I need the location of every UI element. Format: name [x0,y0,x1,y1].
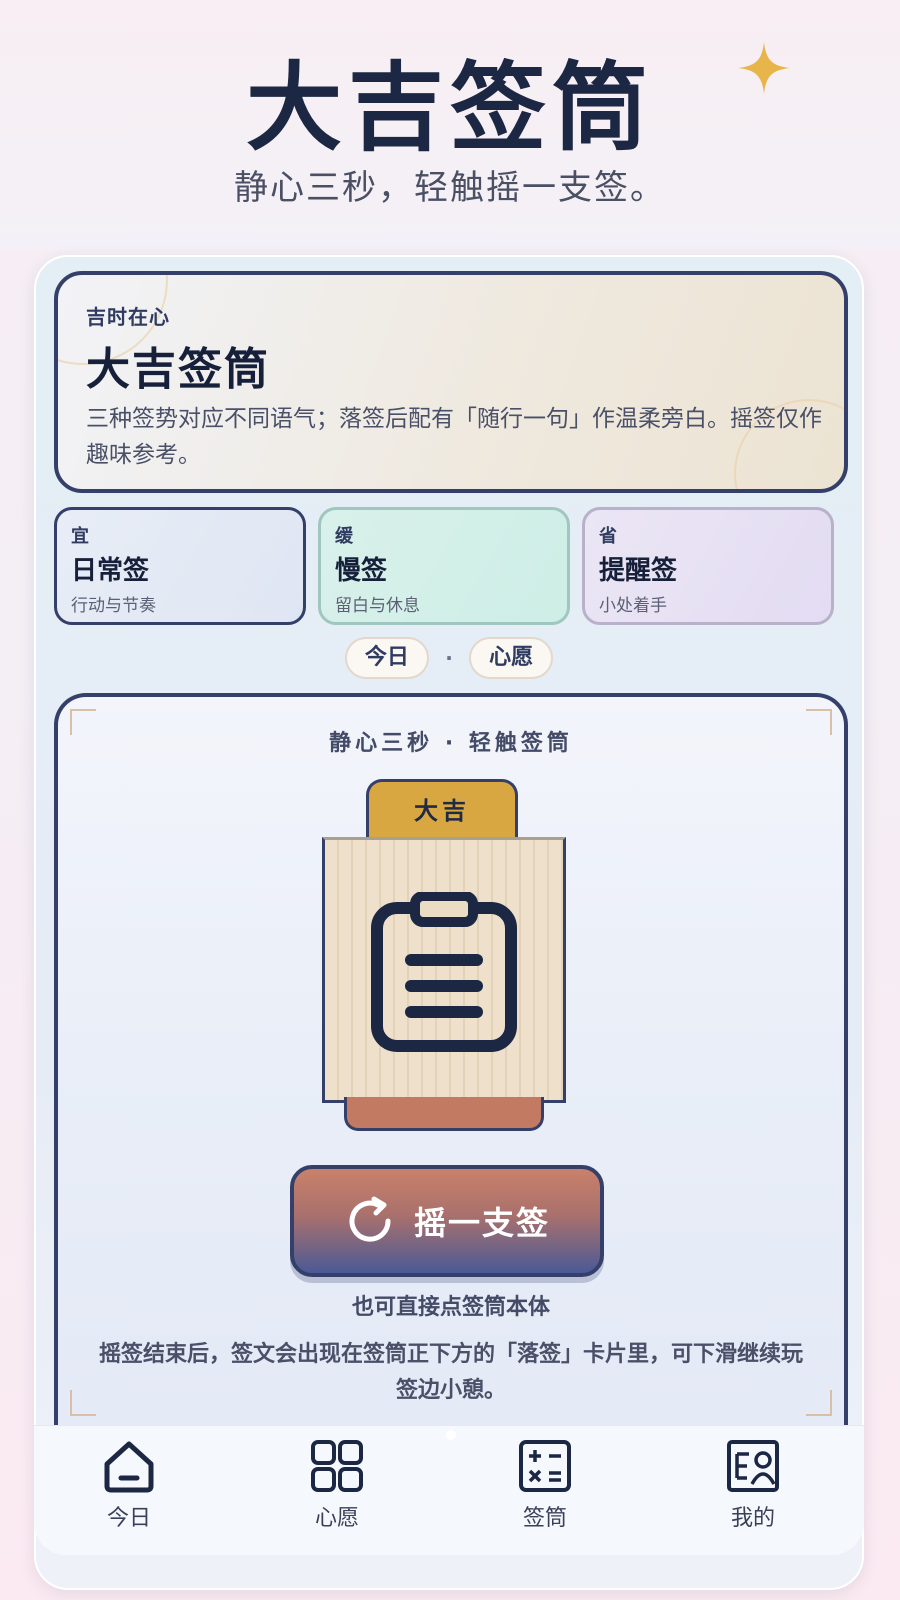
refresh-icon [349,1196,391,1242]
fortune-type-name: 提醒签 [599,556,678,586]
nav-label: 签筒 [522,1506,567,1531]
frame-corner [70,1390,96,1416]
main-panel: 吉时在心 大吉签筒 三种签势对应不同语气；落签后配有「随行一句」作温柔旁白。摇签… [34,255,864,1590]
chip-separator: · [445,646,453,670]
intro-description: 三种签势对应不同语气；落签后配有「随行一句」作温柔旁白。摇签仅作趣味参考。 [86,406,822,468]
shake-button[interactable]: 摇一支签 [290,1165,604,1277]
chip-today[interactable]: 今日 [344,637,429,679]
fortune-type-slow[interactable]: 缓 慢签 留白与休息 [318,507,570,625]
nav-item-mine[interactable]: 我的 [693,1436,813,1546]
tap-tube-hint: 也可直接点签筒本体 [351,1295,550,1320]
sparkle-icon [738,42,790,94]
fortune-type-daily[interactable]: 宜 日常签 行动与节奏 [54,507,306,625]
nav-label: 我的 [730,1506,775,1531]
nav-label: 心愿 [314,1506,359,1531]
nav-item-wish[interactable]: 心愿 [277,1436,397,1546]
calculator-icon [519,1440,571,1492]
fortune-type-list: 宜 日常签 行动与节奏 缓 慢签 留白与休息 省 提醒签 小处着手 [54,507,848,625]
section-chips: 今日 · 心愿 [36,637,862,681]
fortune-type-desc: 行动与节奏 [71,596,156,616]
app-header: 大吉签筒 静心三秒，轻触摇一支签。 [0,0,900,250]
chip-wish[interactable]: 心愿 [469,637,554,679]
fortune-type-tag: 省 [599,526,617,547]
fortune-type-tag: 缓 [335,526,353,547]
nav-item-tube[interactable]: 签筒 [485,1436,605,1546]
fortune-type-name: 日常签 [71,556,150,586]
fortune-type-reminder[interactable]: 省 提醒签 小处着手 [582,507,834,625]
bottom-nav: 今日 心愿 签筒 我的 [34,1425,864,1555]
clipboard-icon [371,892,517,1052]
nav-label: 今日 [106,1506,151,1531]
nav-item-today[interactable]: 今日 [69,1436,189,1546]
shake-hint: 静心三秒 · 轻触签筒 [329,731,573,756]
frame-corner [806,1390,832,1416]
result-hint: 摇签结束后，签文会出现在签筒正下方的「落签」卡片里，可下滑继续玩签边小憩。 [98,1342,803,1403]
profile-card-icon [727,1440,779,1492]
shake-area: 静心三秒 · 轻触签筒 大吉 摇一支签 也可直接点签筒本体 摇签结束后，签文会出… [54,693,848,1428]
fortune-type-desc: 留白与休息 [335,596,420,616]
app-subtitle: 静心三秒，轻触摇一支签。 [234,168,666,208]
page-indicator-dot [446,1430,456,1440]
fortune-type-desc: 小处着手 [599,596,667,616]
intro-title: 大吉签筒 [86,344,270,395]
fortune-type-tag: 宜 [71,526,89,547]
intro-eyebrow: 吉时在心 [86,305,170,329]
tube-body[interactable] [322,837,566,1103]
intro-card: 吉时在心 大吉签筒 三种签势对应不同语气；落签后配有「随行一句」作温柔旁白。摇签… [54,271,848,493]
fortune-type-name: 慢签 [335,556,388,586]
tube-base [344,1097,544,1131]
home-icon [104,1441,154,1493]
app-screen: 大吉签筒 静心三秒，轻触摇一支签。 吉时在心 大吉签筒 三种签势对应不同语气；落… [0,0,900,1600]
tube-label: 大吉 [366,779,518,843]
shake-button-label: 摇一支签 [413,1204,550,1242]
grid-icon [311,1440,363,1492]
fortune-tube[interactable]: 大吉 [322,779,566,1135]
